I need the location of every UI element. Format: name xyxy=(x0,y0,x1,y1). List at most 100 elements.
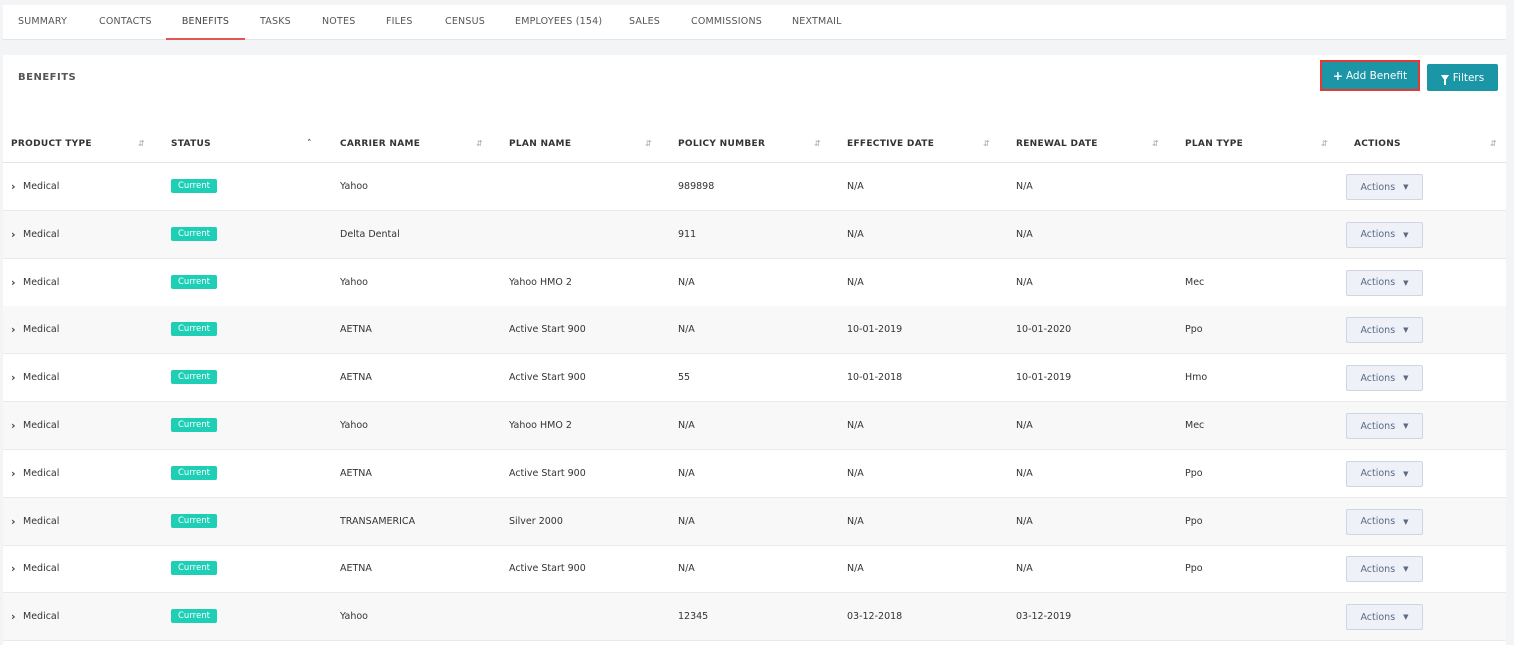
renewal-date-cell: N/A xyxy=(1016,181,1033,192)
tab-files[interactable]: FILES xyxy=(386,5,413,40)
table-row[interactable]: › Medical Current AETNA Active Start 900… xyxy=(3,450,1506,498)
column-header-plan-name[interactable]: PLAN NAME xyxy=(509,130,571,163)
sort-icon[interactable]: ⇵ xyxy=(1490,130,1497,158)
effective-date-cell: N/A xyxy=(847,515,864,527)
sort-asc-icon[interactable]: ˄ xyxy=(307,130,312,158)
actions-dropdown-button[interactable]: Actions ▼ xyxy=(1346,365,1423,392)
column-header-plan-type[interactable]: PLAN TYPE xyxy=(1185,130,1243,163)
sort-icon[interactable]: ⇵ xyxy=(1152,130,1159,158)
actions-dropdown-button[interactable]: Actions ▼ xyxy=(1346,269,1423,296)
sort-icon[interactable]: ⇵ xyxy=(814,130,821,158)
effective-date-cell: N/A xyxy=(847,181,864,192)
table-row[interactable]: › Medical Current Yahoo Yahoo HMO 2 N/A … xyxy=(3,402,1506,450)
column-header-effective-date[interactable]: EFFECTIVE DATE xyxy=(847,130,934,163)
add-benefit-button[interactable]: + Add Benefit xyxy=(1320,60,1420,91)
carrier-name-cell: Delta Dental xyxy=(340,228,400,240)
chevron-right-icon[interactable]: › xyxy=(11,163,16,210)
column-header-carrier-name[interactable]: CARRIER NAME xyxy=(340,130,420,163)
column-header-status[interactable]: STATUS xyxy=(171,130,211,163)
status-badge: Current xyxy=(171,418,217,432)
chevron-right-icon[interactable]: › xyxy=(11,498,16,545)
tab-employees[interactable]: EMPLOYEES (154) xyxy=(515,5,602,40)
chevron-right-icon[interactable]: › xyxy=(11,402,16,449)
filters-button[interactable]: Filters xyxy=(1427,64,1498,91)
chevron-right-icon[interactable]: › xyxy=(11,259,16,306)
chevron-right-icon[interactable]: › xyxy=(11,354,16,401)
chevron-right-icon[interactable]: › xyxy=(11,211,16,258)
actions-label: Actions xyxy=(1360,420,1396,432)
table-row[interactable]: › Medical Current Yahoo 989898 N/A N/A A… xyxy=(3,163,1506,211)
actions-dropdown-button[interactable]: Actions ▼ xyxy=(1346,317,1423,344)
table-row[interactable]: › Medical Current AETNA Active Start 900… xyxy=(3,354,1506,403)
actions-dropdown-button[interactable]: Actions ▼ xyxy=(1346,604,1423,631)
actions-label: Actions xyxy=(1360,611,1396,623)
renewal-date-cell: N/A xyxy=(1016,420,1033,431)
table-row[interactable]: › Medical Current AETNA Active Start 900… xyxy=(3,306,1506,355)
actions-label: Actions xyxy=(1360,324,1396,336)
actions-dropdown-button[interactable]: Actions ▼ xyxy=(1346,556,1423,583)
sort-icon[interactable]: ⇵ xyxy=(1321,130,1328,158)
tab-tasks[interactable]: TASKS xyxy=(260,5,291,40)
chevron-right-icon[interactable]: › xyxy=(11,450,16,497)
tab-contacts[interactable]: CONTACTS xyxy=(99,5,152,40)
tab-nextmail[interactable]: NEXTMAIL xyxy=(792,5,842,40)
caret-down-icon: ▼ xyxy=(1403,374,1409,383)
caret-down-icon: ▼ xyxy=(1403,183,1409,191)
actions-dropdown-button[interactable]: Actions ▼ xyxy=(1346,508,1423,535)
table-row[interactable]: › Medical Current Yahoo Yahoo HMO 2 N/A … xyxy=(3,259,1506,307)
policy-number-cell: 911 xyxy=(678,228,697,240)
plan-name-cell: Active Start 900 xyxy=(509,324,586,336)
sort-icon[interactable]: ⇵ xyxy=(138,130,145,158)
status-badge: Current xyxy=(171,609,217,624)
actions-label: Actions xyxy=(1360,372,1396,384)
tab-benefits[interactable]: BENEFITS xyxy=(166,5,245,40)
column-header-product-type[interactable]: PRODUCT TYPE xyxy=(11,130,92,163)
table-row[interactable]: › Medical Current TRANSAMERICA Silver 20… xyxy=(3,497,1506,546)
plan-name-cell: Active Start 900 xyxy=(509,372,586,384)
effective-date-cell: 10-01-2019 xyxy=(847,324,903,336)
actions-dropdown-button[interactable]: Actions ▼ xyxy=(1346,413,1423,439)
tab-census[interactable]: CENSUS xyxy=(445,5,485,40)
chevron-right-icon[interactable]: › xyxy=(11,593,16,640)
tab-commissions[interactable]: COMMISSIONS xyxy=(691,5,762,40)
table-row[interactable]: › Medical Current Yahoo 12345 03-12-2018… xyxy=(3,593,1506,642)
column-header-policy-number[interactable]: POLICY NUMBER xyxy=(678,130,765,163)
renewal-date-cell: 10-01-2020 xyxy=(1016,324,1072,336)
sort-icon[interactable]: ⇵ xyxy=(645,130,652,158)
product-type-cell: Medical xyxy=(23,563,60,575)
actions-dropdown-button[interactable]: Actions ▼ xyxy=(1346,174,1423,200)
product-type-cell: Medical xyxy=(23,372,60,384)
sort-icon[interactable]: ⇵ xyxy=(476,130,483,158)
tab-sales[interactable]: SALES xyxy=(629,5,660,40)
plan-type-cell: Mec xyxy=(1185,420,1205,431)
filters-label: Filters xyxy=(1452,71,1485,84)
chevron-right-icon[interactable]: › xyxy=(11,545,16,592)
effective-date-cell: 03-12-2018 xyxy=(847,611,903,623)
caret-down-icon: ▼ xyxy=(1403,565,1409,574)
table-row[interactable]: › Medical Current AETNA Active Start 900… xyxy=(3,545,1506,594)
column-header-actions[interactable]: ACTIONS xyxy=(1354,130,1401,163)
actions-dropdown-button[interactable]: Actions ▼ xyxy=(1346,221,1423,248)
actions-label: Actions xyxy=(1360,277,1396,289)
policy-number-cell: N/A xyxy=(678,324,695,336)
effective-date-cell: N/A xyxy=(847,228,864,240)
filter-icon xyxy=(1440,74,1449,85)
actions-dropdown-button[interactable]: Actions ▼ xyxy=(1346,460,1423,487)
tab-notes[interactable]: NOTES xyxy=(322,5,355,40)
renewal-date-cell: N/A xyxy=(1016,467,1033,479)
plan-type-cell: Mec xyxy=(1185,276,1205,288)
table-row[interactable]: › Medical Current Delta Dental 911 N/A N… xyxy=(3,210,1506,259)
actions-label: Actions xyxy=(1360,516,1396,528)
chevron-right-icon[interactable]: › xyxy=(11,306,16,353)
tab-summary[interactable]: SUMMARY xyxy=(18,5,67,40)
carrier-name-cell: AETNA xyxy=(340,467,372,479)
status-badge: Current xyxy=(171,513,217,528)
policy-number-cell: N/A xyxy=(678,563,695,575)
sort-icon[interactable]: ⇵ xyxy=(983,130,990,158)
carrier-name-cell: Yahoo xyxy=(340,611,368,623)
renewal-date-cell: N/A xyxy=(1016,515,1033,527)
column-header-renewal-date[interactable]: RENEWAL DATE xyxy=(1016,130,1098,163)
actions-label: Actions xyxy=(1360,181,1396,193)
caret-down-icon: ▼ xyxy=(1403,278,1409,287)
panel-title: BENEFITS xyxy=(18,72,77,83)
